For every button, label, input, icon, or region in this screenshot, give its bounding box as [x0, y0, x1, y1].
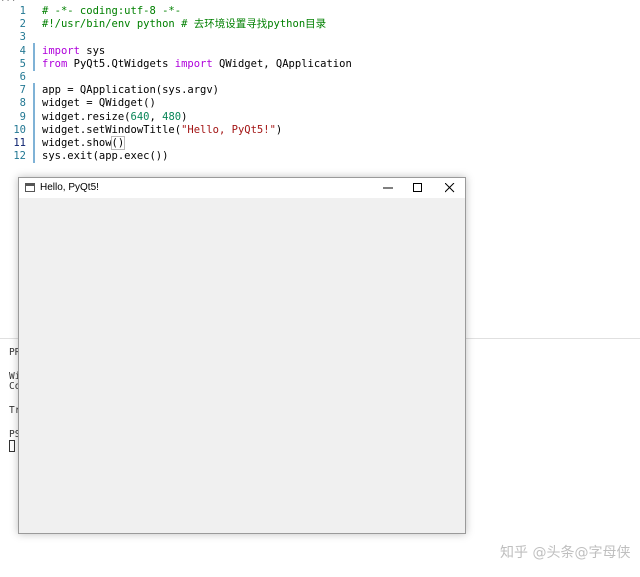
- code-line[interactable]: 7 app = QApplication(sys.argv): [0, 84, 640, 97]
- code-line[interactable]: 4 import sys: [0, 45, 640, 58]
- watermark: 知乎 @头条@字母侠: [500, 542, 630, 562]
- qt-window[interactable]: Hello, PyQt5!: [18, 177, 466, 534]
- code-line[interactable]: 8 widget = QWidget(): [0, 97, 640, 110]
- code-token: PyQt5.QtWidgets: [67, 57, 175, 70]
- line-number: 9: [19, 110, 26, 123]
- code-text[interactable]: sys.exit(app.exec()): [42, 150, 168, 163]
- code-token: from: [42, 57, 68, 70]
- code-line[interactable]: 10 widget.setWindowTitle("Hello, PyQt5!"): [0, 124, 640, 137]
- code-text[interactable]: #!/usr/bin/env python # 去环境设置寻找python目录: [42, 18, 326, 31]
- maximize-button[interactable]: [403, 178, 433, 198]
- code-text[interactable]: app = QApplication(sys.argv): [42, 84, 219, 97]
- code-token: ): [181, 110, 188, 123]
- line-number: 12: [13, 150, 26, 163]
- code-line[interactable]: 2 #!/usr/bin/env python # 去环境设置寻找python目录: [0, 18, 640, 31]
- window-title-bar[interactable]: Hello, PyQt5!: [19, 178, 465, 198]
- breadcrumb[interactable]: ...: [0, 0, 640, 2]
- code-line[interactable]: 3: [0, 31, 640, 44]
- line-number: 3: [19, 31, 26, 44]
- code-token: widget.setWindowTitle(: [42, 123, 182, 136]
- line-number: 8: [19, 97, 26, 110]
- code-token: QWidget, QApplication: [212, 57, 352, 70]
- code-token: "Hello, PyQt5!": [181, 123, 276, 136]
- minimize-icon: [383, 187, 393, 189]
- code-token: 480: [162, 110, 182, 123]
- line-number: 2: [19, 18, 26, 31]
- watermark-text: 知乎 @头条@字母侠: [500, 545, 631, 561]
- code-line[interactable]: 12 sys.exit(app.exec()): [0, 150, 640, 163]
- code-token: sys.exit(app.exec()): [42, 150, 169, 163]
- code-token: import: [174, 57, 213, 70]
- window-client-area[interactable]: [19, 198, 465, 533]
- code-token: app = QApplication(sys.argv): [42, 84, 220, 97]
- close-icon: [445, 183, 455, 193]
- code-token: widget.show: [42, 137, 112, 149]
- code-token: (): [110, 136, 126, 150]
- code-token: #!/usr/bin/env python # 去环境设置寻找python目录: [42, 18, 327, 31]
- code-line[interactable]: 9 widget.resize(640, 480): [0, 111, 640, 124]
- code-token: import: [42, 44, 80, 57]
- code-line[interactable]: 11 widget.show(): [0, 136, 640, 150]
- code-token: ): [275, 123, 283, 136]
- window-title: Hello, PyQt5!: [40, 182, 99, 193]
- code-token: widget.resize(: [42, 110, 131, 123]
- code-token: sys: [79, 44, 106, 57]
- code-token: widget = QWidget(): [42, 97, 156, 110]
- code-token: # -*- coding:utf-8 -*-: [42, 5, 182, 17]
- line-number: 10: [13, 123, 26, 136]
- window-icon: [25, 183, 35, 192]
- terminal-cursor: [9, 440, 15, 452]
- code-text[interactable]: widget.resize(640, 480): [42, 111, 187, 124]
- code-text[interactable]: widget.show(): [42, 136, 126, 150]
- line-number: 6: [19, 71, 26, 83]
- line-number: 11: [13, 137, 26, 149]
- code-line[interactable]: 5 from PyQt5.QtWidgets import QWidget, QA…: [0, 58, 640, 71]
- line-number: 7: [19, 84, 26, 97]
- line-number: 1: [19, 5, 26, 17]
- close-button[interactable]: [435, 178, 465, 198]
- code-line[interactable]: 6: [0, 71, 640, 84]
- code-text[interactable]: widget = QWidget(): [42, 97, 156, 110]
- code-token: 640: [130, 110, 150, 123]
- line-number: 5: [19, 57, 26, 70]
- code-token: ,: [149, 110, 163, 123]
- code-text[interactable]: # -*- coding:utf-8 -*-: [42, 5, 181, 18]
- maximize-icon: [413, 183, 422, 192]
- line-number: 4: [19, 44, 26, 57]
- code-text[interactable]: from PyQt5.QtWidgets import QWidget, QAp…: [42, 58, 352, 71]
- code-text[interactable]: import sys: [42, 45, 105, 58]
- code-line[interactable]: 1 # -*- coding:utf-8 -*-: [0, 5, 640, 18]
- minimize-button[interactable]: [373, 178, 403, 198]
- code-text[interactable]: widget.setWindowTitle("Hello, PyQt5!"): [42, 124, 282, 137]
